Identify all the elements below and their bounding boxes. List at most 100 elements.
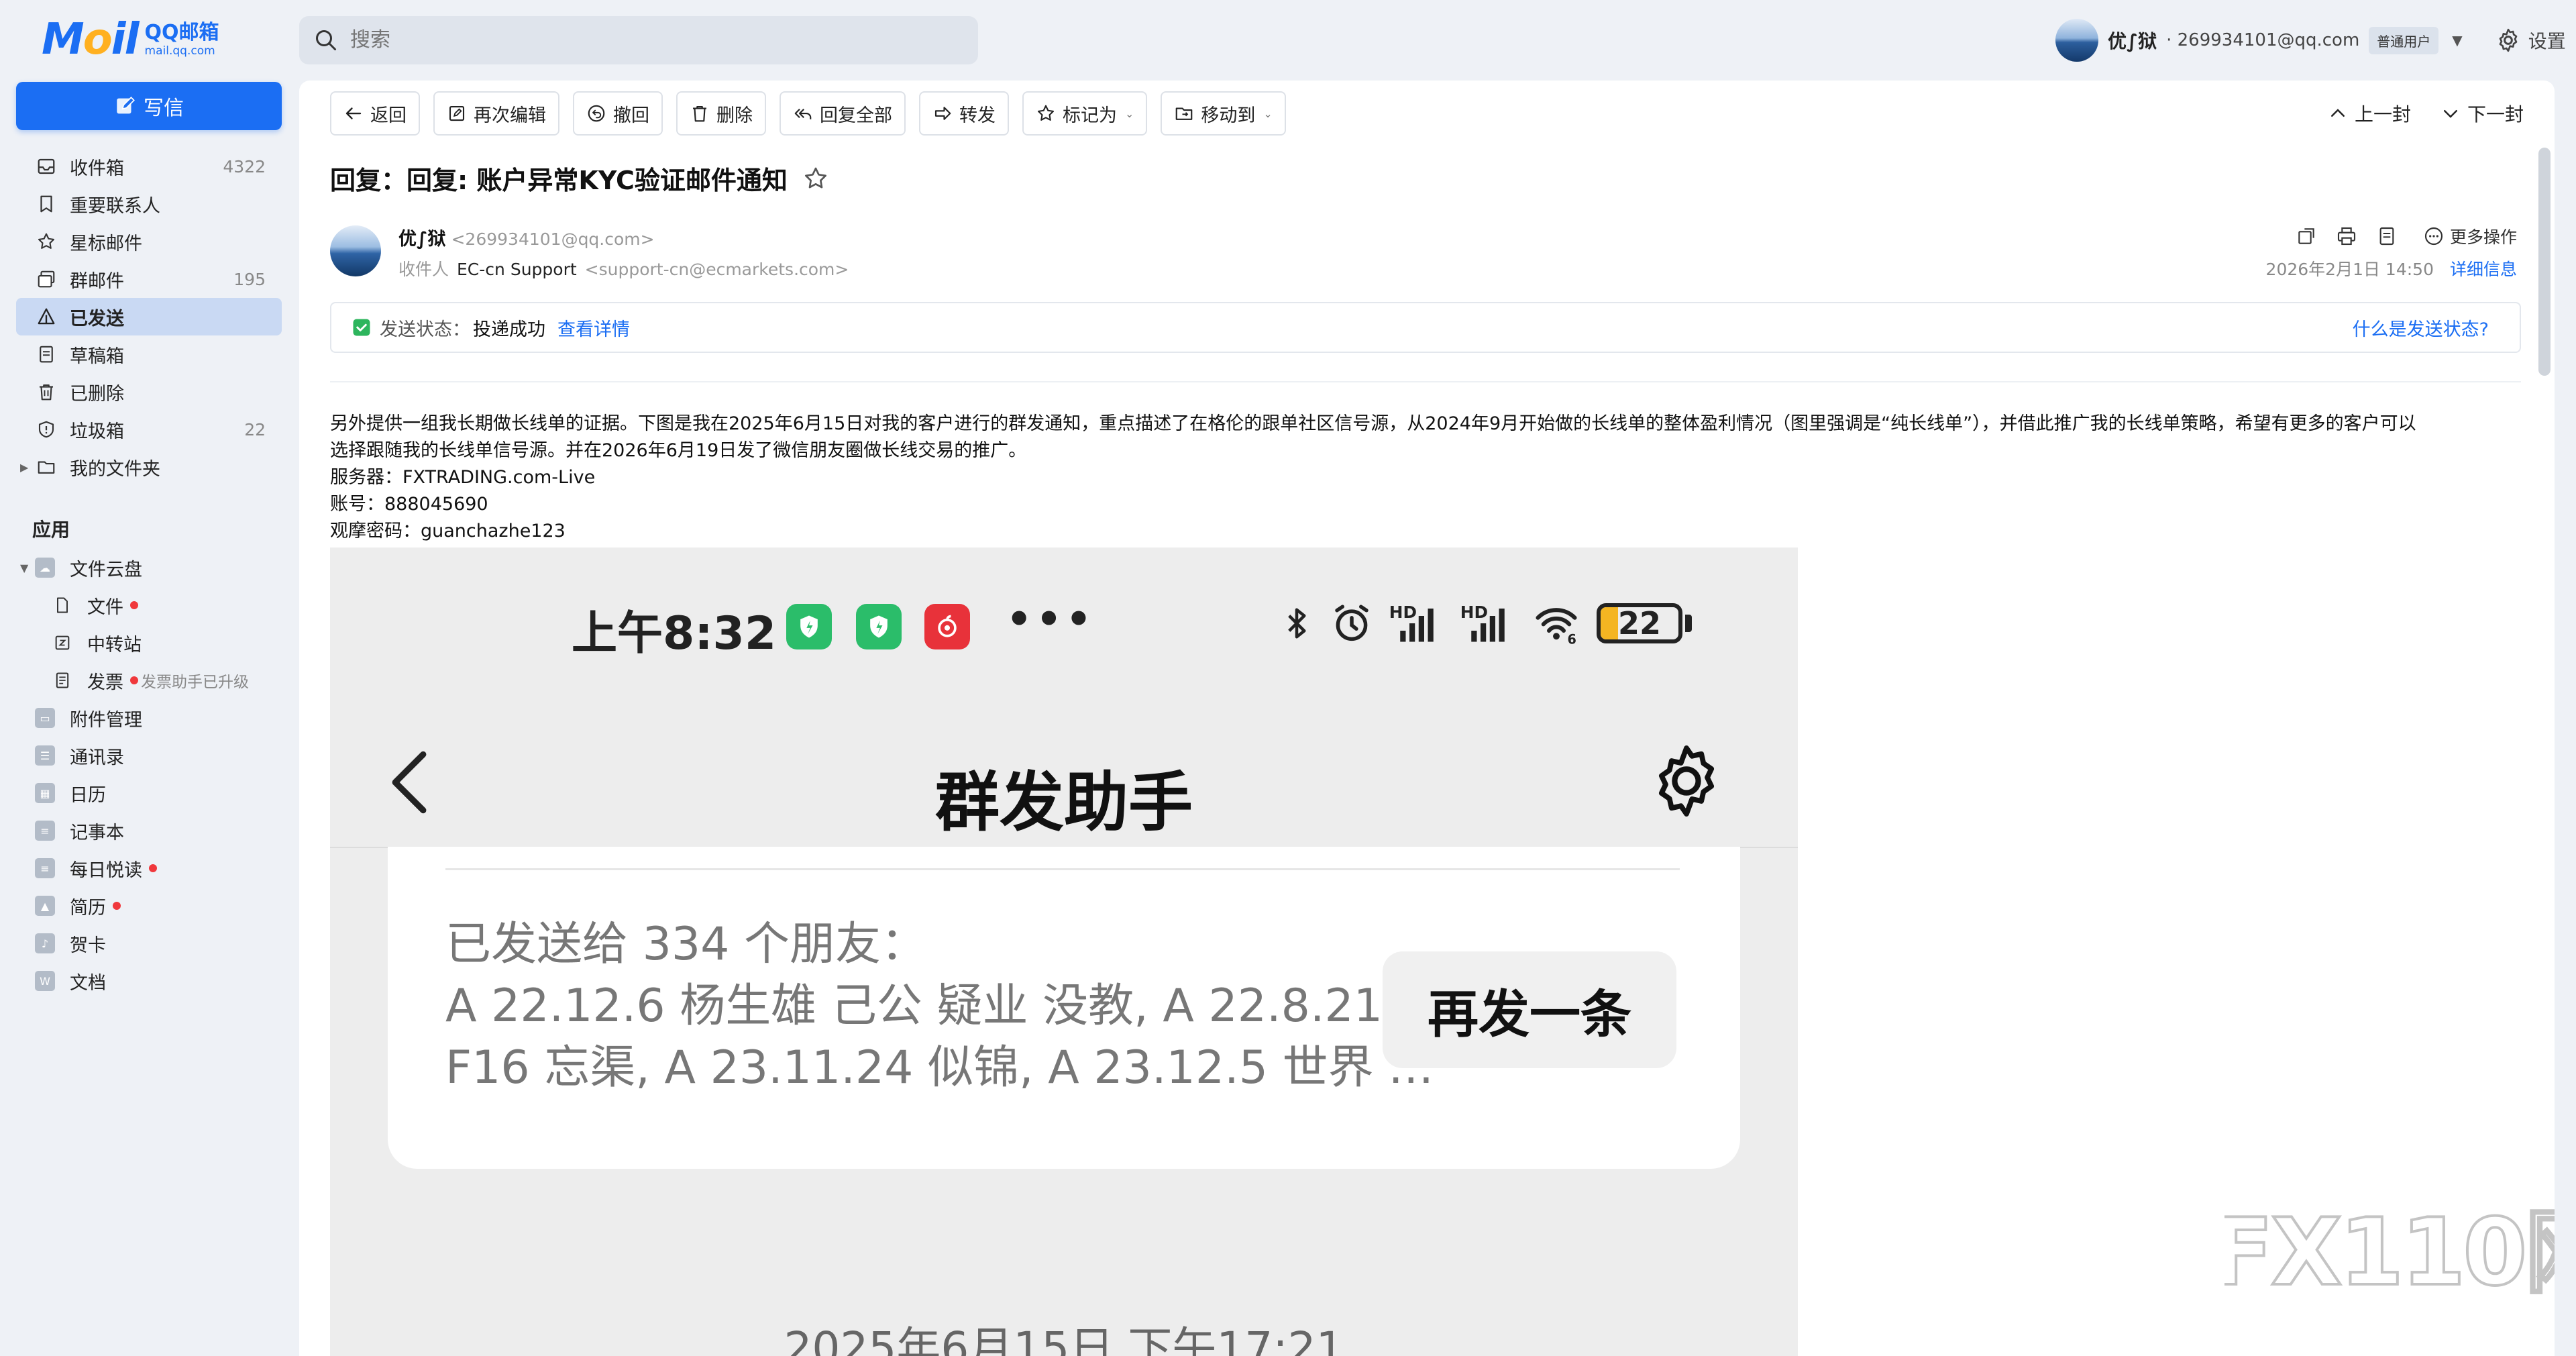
unread-count: 4322 xyxy=(223,156,266,176)
logo-sub-domain: mail.qq.com xyxy=(144,44,215,58)
app-resume[interactable]: ▲ 简历 xyxy=(16,887,282,925)
mail-body-text: 另外提供一组我长期做长线单的证据。下图是我在2025年6月15日对我的客户进行的… xyxy=(330,411,2524,545)
move-folder-icon xyxy=(1176,107,1193,120)
folder-list: 收件箱 4322 重要联系人 星标邮件 群邮件 195 已发送 草稿箱 已删除 xyxy=(16,148,282,486)
status-help-link[interactable]: 什么是发送状态? xyxy=(2353,315,2489,341)
app-label: 发票 xyxy=(87,672,123,693)
app-calendar[interactable]: ▦ 日历 xyxy=(16,774,282,812)
embedded-phone-screenshot[interactable]: 上午8:32 ••• HD HD 6 22 群发助手 已发送给 334 个朋友：… xyxy=(330,547,1798,1356)
phone-resend-button: 再发一条 xyxy=(1383,951,1676,1068)
phone-message-text: 已发送给 334 个朋友： A 22.12.6 杨生雄 己公 疑业 没教, A … xyxy=(445,914,1434,1099)
chevron-down-icon[interactable]: ▼ xyxy=(2452,32,2462,48)
forward-button[interactable]: 转发 xyxy=(919,91,1009,136)
phone-time: 上午8:32 xyxy=(572,607,777,660)
print-icon[interactable] xyxy=(2336,225,2357,247)
details-link[interactable]: 详细信息 xyxy=(2450,256,2517,280)
recipient-address: <support-cn@ecmarkets.com> xyxy=(584,260,849,279)
qq-mail-logo[interactable]: Moil QQ邮箱 mail.qq.com xyxy=(42,15,219,64)
app-label: 每日悦读 xyxy=(70,859,142,881)
sender-avatar[interactable] xyxy=(330,225,381,276)
app-attachments[interactable]: ▭ 附件管理 xyxy=(16,699,282,737)
app-label: 文件 xyxy=(87,596,123,618)
view-status-details-link[interactable]: 查看详情 xyxy=(557,315,630,341)
cloud-drive-icon: ☁ xyxy=(35,558,55,578)
user-area[interactable]: 优∫狱 · 269934101@qq.com 普通用户 ▼ 设置 xyxy=(2055,17,2566,63)
sidebar-item-spam[interactable]: 垃圾箱 22 xyxy=(16,411,282,448)
notepad-icon: ≡ xyxy=(35,821,55,841)
expand-arrow-icon[interactable]: ▶ xyxy=(20,461,28,474)
compose-button[interactable]: 写信 xyxy=(16,82,282,130)
more-dots-icon xyxy=(2424,227,2443,246)
phone-nav-bar: 群发助手 xyxy=(330,715,1798,849)
move-to-dropdown[interactable]: 移动到 ⌄ xyxy=(1161,91,1286,136)
prev-mail-button[interactable]: 上一封 xyxy=(2328,100,2411,127)
collapse-arrow-icon[interactable]: ▼ xyxy=(20,562,28,574)
body-line: 账号：888045690 xyxy=(330,494,488,515)
sidebar-item-important-contacts[interactable]: 重要联系人 xyxy=(16,185,282,223)
compose-icon xyxy=(117,97,135,114)
invoice-icon xyxy=(52,670,72,690)
check-icon xyxy=(353,319,370,336)
avatar[interactable] xyxy=(2055,19,2098,62)
sender-name[interactable]: 优∫狱 xyxy=(398,224,445,250)
more-actions-button[interactable]: 更多操作 xyxy=(2423,224,2517,248)
app-contacts[interactable]: ☰ 通讯录 xyxy=(16,737,282,774)
reply-all-button[interactable]: 回复全部 xyxy=(780,91,906,136)
watermark-text: FX110网 xyxy=(2224,1205,2555,1299)
reply-all-icon xyxy=(794,108,812,119)
star-icon xyxy=(1037,105,1055,121)
sender-address: <269934101@qq.com> xyxy=(451,229,655,249)
star-icon[interactable] xyxy=(802,165,829,192)
app-daily-reading[interactable]: ≡ 每日悦读 xyxy=(16,849,282,887)
spam-icon xyxy=(35,418,58,441)
delete-label: 删除 xyxy=(716,105,753,126)
sidebar-item-my-folders[interactable]: ▶ 我的文件夹 xyxy=(16,448,282,486)
sender-block: 优∫狱 <269934101@qq.com> 收件人 EC-cn Support… xyxy=(330,219,2524,293)
scrollbar[interactable] xyxy=(2538,148,2551,376)
note-icon[interactable] xyxy=(2376,225,2398,247)
sidebar-item-deleted[interactable]: 已删除 xyxy=(16,373,282,411)
app-transfer-station[interactable]: 中转站 xyxy=(16,624,282,662)
sidebar-item-sent[interactable]: 已发送 xyxy=(16,298,282,335)
sidebar-item-inbox[interactable]: 收件箱 4322 xyxy=(16,148,282,185)
sidebar-item-group-mail[interactable]: 群邮件 195 xyxy=(16,260,282,298)
recipient-line: 收件人 EC-cn Support <support-cn@ecmarkets.… xyxy=(398,256,849,280)
app-cloud-drive[interactable]: ▼ ☁ 文件云盘 xyxy=(16,549,282,586)
app-greeting-card[interactable]: ♪ 贺卡 xyxy=(16,925,282,962)
recipient-name[interactable]: EC-cn Support xyxy=(457,260,577,279)
sidebar-item-starred[interactable]: 星标邮件 xyxy=(16,223,282,260)
search-box[interactable] xyxy=(299,16,978,64)
sidebar-item-drafts[interactable]: 草稿箱 xyxy=(16,335,282,373)
delete-button[interactable]: 删除 xyxy=(676,91,766,136)
shield-app-icon xyxy=(786,604,832,649)
recall-button[interactable]: 撤回 xyxy=(573,91,663,136)
phone-message-line: A 22.12.6 杨生雄 己公 疑业 没教, A 22.8.21 xyxy=(445,980,1383,1033)
mail-subject: 回复：回复: 账户异常KYC验证邮件通知 xyxy=(330,166,788,195)
back-button[interactable]: 返回 xyxy=(330,91,420,136)
search-icon xyxy=(316,30,336,50)
attachment-icon: ▭ xyxy=(35,708,55,728)
unread-count: 22 xyxy=(244,419,266,439)
music-app-icon xyxy=(924,604,970,649)
settings-label: 设置 xyxy=(2528,30,2566,52)
open-new-window-icon[interactable] xyxy=(2296,225,2317,247)
sidebar-item-label: 草稿箱 xyxy=(70,346,124,367)
move-to-label: 移动到 xyxy=(1201,105,1256,126)
app-docs[interactable]: W 文档 xyxy=(16,962,282,1000)
app-notepad[interactable]: ≡ 记事本 xyxy=(16,812,282,849)
sidebar-item-label: 已发送 xyxy=(70,308,124,329)
gear-icon xyxy=(2499,28,2518,52)
settings-button[interactable]: 设置 xyxy=(2495,27,2566,54)
app-files[interactable]: 文件 xyxy=(16,586,282,624)
logo-sub-cn: QQ邮箱 xyxy=(144,20,219,44)
star-icon xyxy=(35,230,58,253)
mark-as-dropdown[interactable]: 标记为 ⌄ xyxy=(1022,91,1148,136)
next-mail-button[interactable]: 下一封 xyxy=(2440,100,2524,127)
contacts-icon: ☰ xyxy=(35,745,55,766)
recall-label: 撤回 xyxy=(613,105,649,126)
notification-dot xyxy=(130,676,138,684)
signal-hd-icon: HD xyxy=(1389,603,1434,642)
search-input[interactable] xyxy=(350,29,954,52)
app-invoice[interactable]: 发票 发票助手已升级 xyxy=(16,662,282,699)
reedit-button[interactable]: 再次编辑 xyxy=(433,91,559,136)
